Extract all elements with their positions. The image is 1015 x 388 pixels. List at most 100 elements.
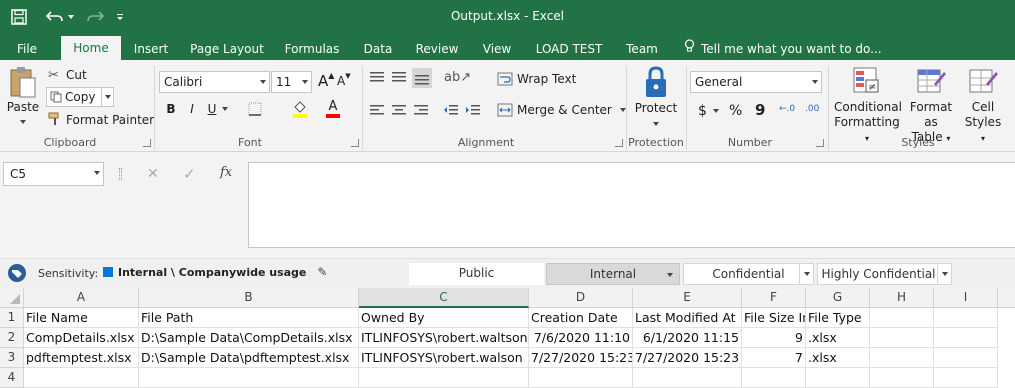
formula-input[interactable] bbox=[248, 162, 1015, 248]
align-left-button[interactable] bbox=[369, 103, 385, 117]
merge-center-button[interactable]: Merge & Center bbox=[497, 103, 626, 117]
clipboard-launcher-icon[interactable] bbox=[143, 139, 151, 147]
column-header-j[interactable] bbox=[998, 288, 1015, 308]
cell-c2[interactable]: ITLINFOSYS\robert.waltson bbox=[359, 328, 529, 348]
wrap-text-button[interactable]: Wrap Text bbox=[497, 72, 576, 86]
tab-file[interactable]: File bbox=[8, 38, 46, 60]
cell-a4[interactable] bbox=[24, 368, 139, 388]
number-launcher-icon[interactable] bbox=[816, 139, 824, 147]
underline-dropdown-icon[interactable] bbox=[222, 107, 228, 111]
currency-button[interactable]: $ bbox=[698, 103, 719, 119]
borders-button[interactable] bbox=[248, 102, 262, 116]
tab-page-layout[interactable]: Page Layout bbox=[186, 38, 268, 60]
protect-button[interactable]: Protect bbox=[632, 64, 680, 132]
cell-b4[interactable] bbox=[139, 368, 359, 388]
cell-a3[interactable]: pdftemptest.xlsx bbox=[24, 348, 139, 368]
column-header-g[interactable]: G bbox=[806, 288, 870, 308]
enter-icon[interactable]: ✓ bbox=[183, 165, 196, 183]
column-header-b[interactable]: B bbox=[139, 288, 359, 308]
cell-f3[interactable]: 7 bbox=[742, 348, 806, 368]
column-header-a[interactable]: A bbox=[24, 288, 139, 308]
cell-i4[interactable] bbox=[934, 368, 998, 388]
conditional-formatting-button[interactable]: ≠ Conditional Formatting ▾ bbox=[834, 64, 902, 143]
cell-h4[interactable] bbox=[870, 368, 934, 388]
copy-button[interactable]: Copy bbox=[46, 87, 114, 107]
copy-dropdown-icon[interactable] bbox=[101, 88, 113, 106]
align-right-button[interactable] bbox=[413, 103, 429, 117]
column-header-h[interactable]: H bbox=[870, 288, 934, 308]
fill-color-button[interactable] bbox=[292, 100, 308, 118]
cell-e1[interactable]: Last Modified At bbox=[633, 308, 742, 328]
cell-g4[interactable] bbox=[806, 368, 870, 388]
number-format-combo[interactable]: General bbox=[690, 71, 822, 93]
comma-button[interactable]: 9 bbox=[755, 101, 765, 119]
tell-me-search[interactable]: Tell me what you want to do... bbox=[684, 38, 882, 60]
increase-decimal-button[interactable]: ←.0 bbox=[779, 104, 795, 114]
cell-g2[interactable]: .xlsx bbox=[806, 328, 870, 348]
align-top-button[interactable] bbox=[369, 70, 385, 84]
cancel-icon[interactable]: ✕ bbox=[147, 166, 159, 182]
paste-button[interactable]: Paste bbox=[4, 64, 42, 130]
font-launcher-icon[interactable] bbox=[351, 139, 359, 147]
cell-e4[interactable] bbox=[633, 368, 742, 388]
tab-home[interactable]: Home bbox=[61, 36, 121, 60]
cell-i2[interactable] bbox=[934, 328, 998, 348]
row-header-2[interactable]: 2 bbox=[0, 328, 24, 348]
tab-team[interactable]: Team bbox=[620, 38, 664, 60]
tab-formulas[interactable]: Formulas bbox=[280, 38, 344, 60]
cell-c3[interactable]: ITLINFOSYS\robert.walson bbox=[359, 348, 529, 368]
cell-a2[interactable]: CompDetails.xlsx bbox=[24, 328, 139, 348]
percent-button[interactable]: % bbox=[729, 103, 742, 119]
font-name-combo[interactable]: Calibri bbox=[159, 71, 270, 93]
cell-d4[interactable] bbox=[529, 368, 633, 388]
cell-b3[interactable]: D:\Sample Data\pdftemptest.xlsx bbox=[139, 348, 359, 368]
cell-b2[interactable]: D:\Sample Data\CompDetails.xlsx bbox=[139, 328, 359, 348]
sensitivity-confidential-button[interactable]: Confidential bbox=[683, 263, 814, 285]
tab-insert[interactable]: Insert bbox=[127, 38, 175, 60]
format-as-table-button[interactable]: Format as Table ▾ bbox=[902, 64, 960, 144]
row-header-4[interactable]: 4 bbox=[0, 368, 24, 388]
cell-i1[interactable] bbox=[934, 308, 998, 328]
select-all-corner[interactable] bbox=[0, 288, 24, 308]
cell-i3[interactable] bbox=[934, 348, 998, 368]
insert-function-icon[interactable]: fx bbox=[220, 165, 232, 180]
cell-f1[interactable]: File Size In bbox=[742, 308, 806, 328]
cell-a1[interactable]: File Name bbox=[24, 308, 139, 328]
formula-bar-grip[interactable] bbox=[119, 168, 122, 180]
cell-styles-button[interactable]: Cell Styles ▾ bbox=[962, 64, 1004, 143]
row-header-1[interactable]: 1 bbox=[0, 308, 24, 328]
italic-button[interactable]: I bbox=[186, 102, 198, 116]
orientation-button[interactable]: ab↗ bbox=[444, 70, 471, 85]
cell-g3[interactable]: .xlsx bbox=[806, 348, 870, 368]
sensitivity-current[interactable]: Internal \ Companywide usage ✎ bbox=[103, 265, 327, 279]
name-box[interactable]: C5 bbox=[3, 162, 104, 186]
cell-d3[interactable]: 7/27/2020 15:23 bbox=[529, 348, 633, 368]
cell-f4[interactable] bbox=[742, 368, 806, 388]
align-center-button[interactable] bbox=[391, 103, 407, 117]
cell-c4[interactable] bbox=[359, 368, 529, 388]
decrease-decimal-button[interactable]: .00 bbox=[805, 104, 819, 114]
cell-e2[interactable]: 6/1/2020 11:15 bbox=[633, 328, 742, 348]
sensitivity-public-button[interactable]: Public bbox=[409, 263, 544, 285]
tab-data[interactable]: Data bbox=[359, 38, 397, 60]
cell-h1[interactable] bbox=[870, 308, 934, 328]
column-header-i[interactable]: I bbox=[934, 288, 998, 308]
row-header-3[interactable]: 3 bbox=[0, 348, 24, 368]
sensitivity-highly-confidential-button[interactable]: Highly Confidential bbox=[817, 263, 952, 285]
cell-h2[interactable] bbox=[870, 328, 934, 348]
font-color-button[interactable]: A bbox=[326, 100, 340, 118]
cut-button[interactable]: ✂ Cut bbox=[48, 65, 87, 85]
tab-load-test[interactable]: LOAD TEST bbox=[531, 38, 607, 60]
align-middle-button[interactable] bbox=[391, 70, 407, 84]
column-header-f[interactable]: F bbox=[742, 288, 806, 308]
cell-d2[interactable]: 7/6/2020 11:10 bbox=[529, 328, 633, 348]
cell-e3[interactable]: 7/27/2020 15:23 bbox=[633, 348, 742, 368]
format-painter-button[interactable]: Format Painter bbox=[48, 110, 154, 130]
column-header-c[interactable]: C bbox=[359, 288, 529, 308]
alignment-launcher-icon[interactable] bbox=[615, 139, 623, 147]
column-header-e[interactable]: E bbox=[633, 288, 742, 308]
align-bottom-button[interactable] bbox=[412, 68, 432, 88]
cell-g1[interactable]: File Type bbox=[806, 308, 870, 328]
font-size-combo[interactable]: 11 bbox=[271, 71, 312, 93]
sensitivity-internal-button[interactable]: Internal bbox=[546, 263, 680, 285]
